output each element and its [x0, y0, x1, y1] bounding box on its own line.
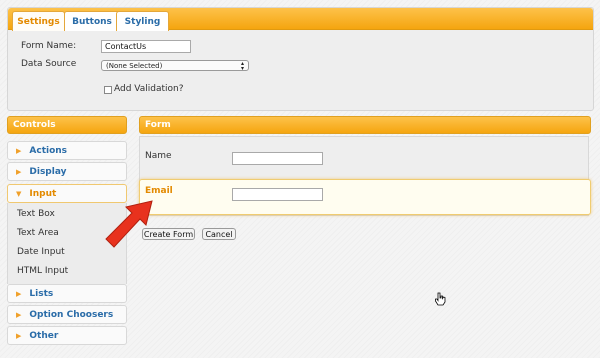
tab-settings[interactable]: Settings: [12, 11, 65, 31]
form-header: Form: [139, 116, 591, 134]
chevron-right-icon: ▶: [16, 146, 22, 155]
controls-item-label: Input: [29, 188, 57, 199]
controls-item-label: Option Choosers: [29, 309, 114, 320]
form-name-input[interactable]: ContactUs: [101, 40, 191, 53]
controls-item-option-choosers[interactable]: ▶ Option Choosers: [7, 305, 127, 324]
data-source-label: Data Source: [21, 59, 77, 69]
red-arrow-icon: [105, 200, 153, 248]
chevron-right-icon: ▶: [16, 310, 22, 319]
hand-cursor-icon: [435, 292, 446, 306]
controls-item-label: Lists: [29, 288, 54, 299]
controls-item-display[interactable]: ▶ Display: [7, 162, 127, 181]
controls-item-label: Other: [29, 330, 59, 341]
name-field-label: Name: [145, 151, 172, 161]
controls-item-label: Display: [29, 166, 67, 177]
data-source-select[interactable]: (None Selected) ▴ ▾: [101, 60, 249, 71]
controls-item-lists[interactable]: ▶ Lists: [7, 284, 127, 303]
control-text-area[interactable]: Text Area: [17, 228, 59, 238]
controls-item-label: Actions: [29, 145, 68, 156]
email-field-row-selected[interactable]: [139, 179, 591, 215]
form-name-label: Form Name:: [21, 41, 77, 51]
chevron-right-icon: ▶: [16, 167, 22, 176]
settings-panel: Settings Buttons Styling Form Name: Cont…: [7, 7, 594, 111]
cancel-button[interactable]: Cancel: [202, 228, 236, 240]
chevron-right-icon: ▶: [16, 289, 22, 298]
chevron-right-icon: ▶: [16, 331, 22, 340]
controls-header: Controls: [7, 116, 127, 134]
add-validation-checkbox[interactable]: [104, 86, 112, 94]
tab-bar: Settings Buttons Styling: [8, 8, 593, 31]
controls-item-other[interactable]: ▶ Other: [7, 326, 127, 345]
chevron-down-icon: ▼: [16, 189, 22, 198]
tab-buttons[interactable]: Buttons: [64, 11, 120, 31]
control-html-input[interactable]: HTML Input: [17, 266, 68, 276]
data-source-value: (None Selected): [106, 61, 163, 70]
controls-item-actions[interactable]: ▶ Actions: [7, 141, 127, 160]
control-text-box[interactable]: Text Box: [17, 209, 55, 219]
tab-styling[interactable]: Styling: [116, 11, 169, 31]
control-date-input[interactable]: Date Input: [17, 247, 65, 257]
select-arrows-icon: ▴ ▾: [240, 59, 244, 72]
name-field-input[interactable]: [232, 152, 323, 165]
email-field-input[interactable]: [232, 188, 323, 201]
add-validation-label: Add Validation?: [114, 84, 184, 94]
